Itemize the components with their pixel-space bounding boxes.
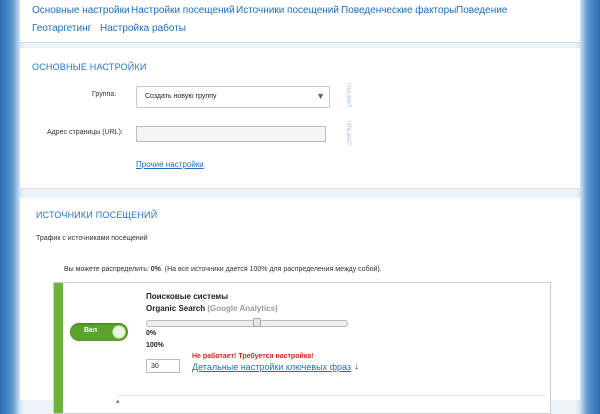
source-toggle[interactable]: Вкл: [70, 323, 128, 341]
source-subname: Organic Search (Google Analytics): [146, 304, 278, 313]
nav-link-work-settings[interactable]: Настройка работы: [100, 23, 186, 34]
divider: [116, 395, 546, 396]
top-navigation: Основные настройки Настройки посещений И…: [20, 0, 580, 43]
source-subname-note: (Google Analytics): [207, 304, 278, 313]
percent-a: 0%: [146, 330, 157, 337]
source-subname-main: Organic Search: [146, 304, 206, 313]
warning-text: Не работает! Требуется настройка!: [192, 353, 314, 360]
group-select-value: Создать новую группу: [145, 93, 217, 100]
main-settings-title: ОСНОВНЫЕ НАСТРОЙКИ: [32, 62, 147, 72]
arrow-down-icon[interactable]: ↓: [354, 361, 359, 372]
source-name: Поисковые системы: [146, 292, 229, 301]
percent-b: 100%: [146, 342, 164, 349]
group-select[interactable]: Создать новую группу ▼: [136, 86, 330, 108]
slider-handle[interactable]: [253, 318, 261, 327]
source-status-bar: [54, 283, 63, 413]
source-item-search-engines: Вкл Поисковые системы Organic Search (Go…: [53, 282, 551, 414]
url-help-icon[interactable]: Что это?: [345, 121, 351, 145]
distribute-info: Вы можете распределить: 0%. (На все исто…: [64, 266, 382, 273]
distribute-suffix: . (На все источники дается 100% для расп…: [160, 266, 382, 273]
group-help-icon[interactable]: Что это?: [345, 83, 351, 107]
url-label: Адрес страницы (URL):: [47, 129, 123, 136]
visit-sources-title: ИСТОЧНИКИ ПОСЕЩЕНИЙ: [36, 210, 158, 220]
visit-sources-subtitle: Трафик с источниками посещений: [36, 235, 148, 242]
nav-link-geotargeting[interactable]: Геотаргетинг: [32, 23, 91, 34]
distribute-prefix: Вы можете распределить:: [64, 266, 151, 273]
chevron-down-icon: ▼: [316, 91, 325, 101]
nav-link-behavior[interactable]: Поведение: [456, 5, 507, 16]
keywords-settings-link[interactable]: Детальные настройки ключевых фраз: [192, 362, 351, 372]
nav-link-visit-settings[interactable]: Настройки посещений: [131, 5, 235, 16]
main-settings-panel: ОСНОВНЫЕ НАСТРОЙКИ Группа: Создать новую…: [20, 48, 580, 189]
group-label: Группа:: [92, 91, 117, 98]
other-settings-link[interactable]: Прочие настройки: [136, 160, 204, 169]
url-input[interactable]: [136, 126, 326, 142]
count-input[interactable]: [146, 359, 180, 373]
visit-sources-panel: ИСТОЧНИКИ ПОСЕЩЕНИЙ Трафик с источниками…: [20, 198, 580, 414]
toggle-label: Вкл: [84, 327, 98, 334]
nav-link-main-settings[interactable]: Основные настройки: [32, 5, 130, 16]
toggle-knob: [112, 325, 126, 339]
nav-link-visit-sources[interactable]: Источники посещений: [236, 5, 339, 16]
distribute-value: 0%: [150, 266, 161, 273]
nav-link-behavior-factors[interactable]: Поведенческие факторы: [341, 5, 456, 16]
collapse-icon[interactable]: ▴: [116, 397, 120, 405]
distribution-slider[interactable]: [146, 318, 348, 327]
